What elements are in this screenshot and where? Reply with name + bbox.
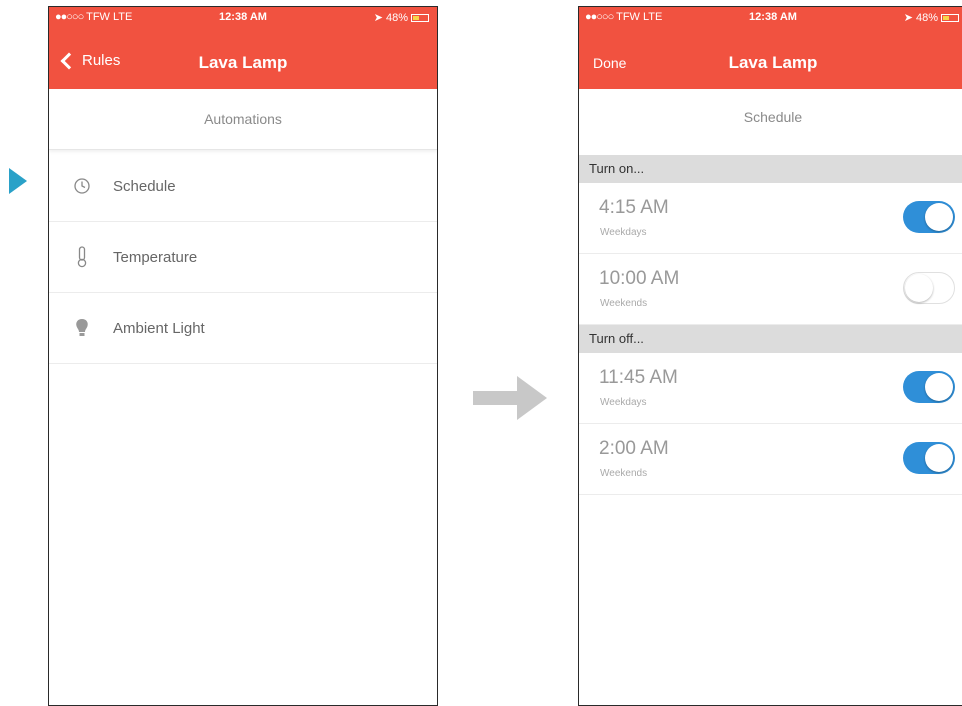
arrow-right-icon [473,376,547,420]
subheader: Automations [49,89,437,150]
page-title: Lava Lamp [728,53,818,72]
schedule-toggle[interactable] [903,272,955,304]
schedule-time: 4:15 AM [599,197,669,218]
schedule-time: 11:45 AM [599,367,678,388]
toggle-knob [925,373,953,401]
schedule-toggle[interactable] [903,371,955,403]
battery-icon [411,13,429,22]
battery-icon [941,13,959,22]
toggle-knob [925,203,953,231]
schedule-toggle[interactable] [903,201,955,233]
navbar: ●●○○○ TFW LTE 12:38 AM ➤ 48% Rules Lava L… [49,7,437,89]
list-item-temperature[interactable]: Temperature [49,222,437,293]
status-bar: ●●○○○ TFW LTE 12:38 AM ➤ 48% [49,7,437,27]
schedule-row: 2:00 AM Weekends [579,424,962,495]
schedule-row: 11:45 AM Weekdays [579,353,962,424]
battery-percent: 48% [915,11,938,24]
schedule-row: 10:00 AM Weekends [579,254,962,325]
location-icon: ➤ [903,12,913,24]
schedule-days: Weekdays [600,397,647,408]
toggle-knob [905,274,933,302]
schedule-days: Weekends [600,468,648,479]
schedule-screen: ●●○○○ TFW LTE 12:38 AM ➤ 48% Done Lava La… [578,6,962,706]
section-header-turn-off: Turn off... [579,325,962,353]
automations-screen: ●●○○○ TFW LTE 12:38 AM ➤ 48% Rules Lava L… [48,6,438,706]
thermometer-icon [69,244,95,270]
battery-percent: 48% [385,11,408,24]
schedule-days: Weekends [600,298,648,309]
subheader: Schedule [743,109,803,125]
list-item-schedule[interactable]: Schedule [49,151,437,222]
schedule-time: 2:00 AM [599,438,669,459]
schedule-toggle[interactable] [903,442,955,474]
schedule-days: Weekdays [600,227,647,238]
lightbulb-icon [69,315,95,341]
clock-icon [69,173,95,199]
list-item-label: Schedule [113,177,176,195]
navbar: ●●○○○ TFW LTE 12:38 AM ➤ 48% Done Lava La… [579,7,962,89]
schedule-row: 4:15 AM Weekdays [579,183,962,254]
page-title: Lava Lamp [198,53,288,72]
list-item-label: Temperature [113,248,198,266]
selection-pointer-icon [9,168,27,194]
schedule-time: 10:00 AM [599,268,680,289]
list-item-label: Ambient Light [113,319,205,337]
list-item-ambient-light[interactable]: Ambient Light [49,293,437,364]
section-header-turn-on: Turn on... [579,155,962,183]
status-bar: ●●○○○ TFW LTE 12:38 AM ➤ 48% [579,7,962,27]
location-icon: ➤ [373,12,383,24]
toggle-knob [925,444,953,472]
